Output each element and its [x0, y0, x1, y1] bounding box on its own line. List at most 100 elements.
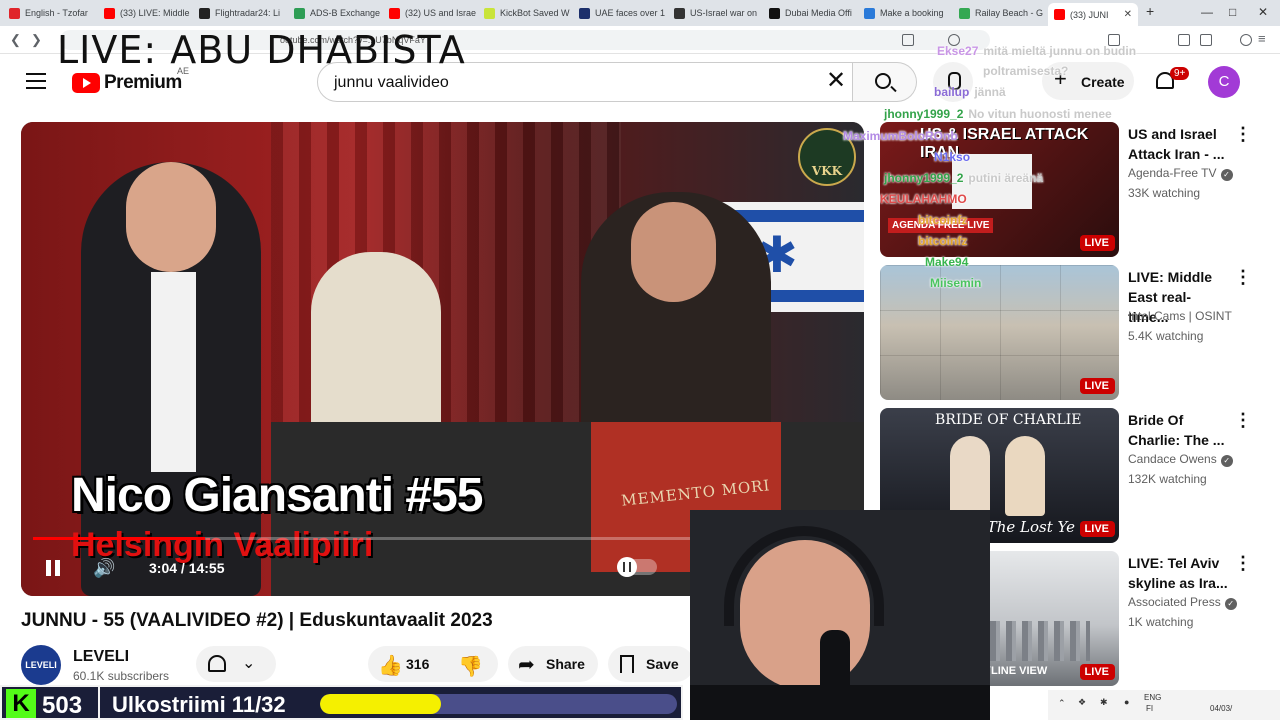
sidebar-icon[interactable]	[1178, 34, 1190, 46]
thumbnail[interactable]: LIVE	[880, 265, 1119, 400]
tab-label: KickBot Saved W	[500, 8, 570, 18]
headset	[724, 526, 884, 626]
tab-favicon-icon	[199, 7, 210, 19]
chat-message: bitcoinfz	[918, 213, 972, 227]
cast-icon[interactable]	[902, 34, 914, 46]
tab-favicon-icon	[294, 7, 305, 19]
tab-favicon-icon	[864, 7, 875, 19]
share-button[interactable]: ➦ Share	[508, 646, 598, 682]
recommendation-title[interactable]: LIVE: Tel Aviv skyline as Ira...	[1128, 553, 1228, 593]
clear-search-icon[interactable]: ✕	[826, 68, 846, 94]
verified-icon: ✓	[1220, 169, 1233, 181]
tab-favicon-icon	[579, 7, 590, 19]
divider	[98, 687, 100, 718]
save-icon	[620, 655, 634, 673]
browser-tab[interactable]: Railay Beach - G	[953, 3, 1046, 23]
stream-goal-bar: K 503 Ulkostriimi 11/32	[0, 685, 683, 720]
date-label[interactable]: 04/03/	[1210, 704, 1232, 713]
like-icon[interactable]: 👍	[378, 653, 403, 678]
youtube-premium-logo[interactable]: Premium AE	[72, 66, 189, 94]
dislike-icon[interactable]: 👎	[458, 654, 483, 679]
channel-label: Agenda-Free TV	[1128, 166, 1217, 180]
share-icon: ➦	[518, 654, 535, 676]
more-options-icon[interactable]: ⋮	[1234, 410, 1252, 431]
chat-username: bailup	[934, 85, 970, 99]
chat-message: KEULAHAHMO	[880, 192, 972, 206]
notification-badge: 9+	[1170, 67, 1190, 80]
subscriber-count: 60.1K subscribers	[73, 669, 170, 683]
browser-menu-icon[interactable]: ≡	[1258, 31, 1266, 46]
goal-progress-fill	[320, 694, 442, 714]
browser-tab[interactable]: (33) JUNI ✕	[1048, 3, 1138, 26]
chat-message: Miisemin	[930, 276, 986, 290]
progress-fill	[33, 537, 205, 540]
recommendation-title[interactable]: US and Israel Attack Iran - ...	[1128, 124, 1228, 164]
kick-logo-icon: K	[6, 689, 36, 718]
tab-label: Flightradar24: Li	[215, 8, 281, 18]
close-window-icon[interactable]: ✕	[1258, 5, 1268, 19]
language-label[interactable]: ENG	[1144, 693, 1161, 702]
time-display: 3:04 / 14:55	[149, 560, 225, 576]
chat-username: bitcoinfz	[918, 213, 968, 227]
tab-favicon-icon	[769, 7, 780, 19]
chat-username: N1kso	[934, 150, 971, 164]
chat-text: poltramisesta?	[983, 64, 1069, 78]
mic-tray-icon[interactable]: ●	[1124, 697, 1129, 707]
language-sub: FI	[1146, 704, 1154, 713]
back-icon[interactable]: ❮	[10, 32, 21, 48]
hamburger-menu-icon[interactable]	[26, 73, 46, 89]
tab-favicon-icon	[959, 7, 970, 19]
browser-tab[interactable]: (33) LIVE: Middle	[98, 3, 191, 23]
tab-label: (32) US and Israe	[405, 8, 476, 18]
more-options-icon[interactable]: ⋮	[1234, 267, 1252, 288]
autoplay-toggle[interactable]	[617, 557, 657, 577]
tab-label: US-Israel war on	[690, 8, 758, 18]
save-label: Save	[646, 656, 679, 672]
streamer-webcam	[690, 510, 990, 720]
new-tab-button[interactable]: +	[1146, 3, 1154, 19]
chat-message: jhonny1999_2 No vitun huonosti menee	[884, 107, 1112, 121]
chevron-down-icon: ⌄	[242, 655, 256, 672]
tab-favicon-icon	[1054, 9, 1065, 20]
search-button[interactable]	[853, 62, 917, 102]
browser-tab[interactable]: English - Tzofar	[3, 3, 96, 23]
tab-label: Make a booking	[880, 8, 944, 18]
recommendation-title[interactable]: Bride Of Charlie: The ...	[1128, 410, 1228, 450]
subscribed-button[interactable]: ⌄	[196, 646, 276, 682]
stream-overlay-title: LIVE: ABU DHABISTA	[57, 28, 466, 72]
browser-tab[interactable]: ADS-B Exchange	[288, 3, 381, 23]
browser-tab[interactable]: KickBot Saved W	[478, 3, 571, 23]
live-badge: LIVE	[1079, 378, 1115, 394]
browser-tab[interactable]: US-Israel war on	[668, 3, 761, 23]
chat-message: MaximumBoloROnb	[843, 129, 963, 143]
maximize-icon[interactable]: □	[1229, 5, 1236, 19]
forward-icon[interactable]: ❯	[31, 32, 42, 48]
bluetooth-icon[interactable]: ✱	[1100, 697, 1108, 708]
browser-tab[interactable]: Flightradar24: Li	[193, 3, 286, 23]
close-tab-icon[interactable]: ✕	[1124, 9, 1132, 20]
tab-label: UAE faces over 1	[595, 8, 666, 18]
channel-avatar[interactable]: LEVELI	[21, 645, 61, 685]
more-options-icon[interactable]: ⋮	[1234, 124, 1252, 145]
like-count: 316	[406, 656, 430, 672]
wallet-icon[interactable]	[1200, 34, 1212, 46]
tray-chevron-icon[interactable]: ⌃	[1058, 698, 1066, 709]
volume-icon[interactable]: 🔊	[93, 558, 115, 579]
vpn-icon[interactable]	[1240, 34, 1252, 46]
save-button[interactable]: Save	[608, 646, 694, 682]
more-options-icon[interactable]: ⋮	[1234, 553, 1252, 574]
channel-name[interactable]: LEVELI	[73, 648, 129, 666]
browser-tab[interactable]: (32) US and Israe	[383, 3, 476, 23]
minimize-icon[interactable]: —	[1201, 5, 1213, 19]
pause-icon[interactable]	[43, 558, 63, 578]
browser-tab[interactable]: Make a booking	[858, 3, 951, 23]
chat-username: jhonny1999_2	[884, 107, 964, 121]
dropbox-icon[interactable]: ❖	[1078, 697, 1086, 708]
browser-tab[interactable]: Dubai Media Offi	[763, 3, 856, 23]
browser-tab[interactable]: UAE faces over 1	[573, 3, 666, 23]
like-dislike-group: 👍 316 👎	[368, 646, 498, 682]
chat-message: jhonny1999_2 putini äreänä	[884, 171, 1043, 185]
streamer-shirt	[690, 685, 990, 720]
account-avatar[interactable]: C	[1208, 66, 1240, 98]
bell-icon	[208, 655, 226, 672]
